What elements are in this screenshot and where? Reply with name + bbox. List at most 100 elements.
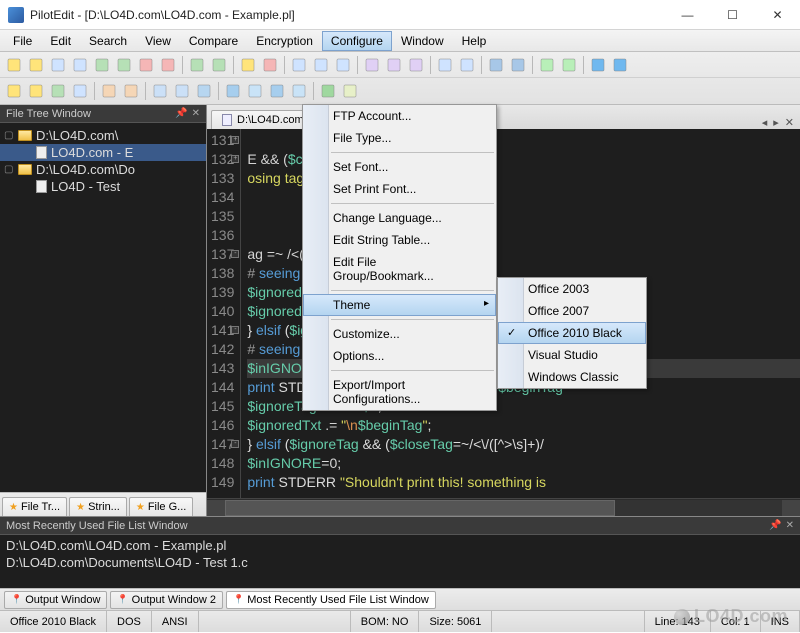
toolbar-button[interactable] (610, 55, 630, 75)
menu-encryption[interactable]: Encryption (247, 31, 322, 51)
menu-item[interactable]: Set Print Font... (303, 178, 496, 200)
menu-item[interactable]: Set Font... (303, 156, 496, 178)
pin-icon[interactable]: 📌 (769, 520, 781, 531)
menu-help[interactable]: Help (453, 31, 496, 51)
panel-close-icon[interactable]: ✕ (192, 108, 200, 119)
toolbar-button[interactable] (194, 81, 214, 101)
code-line[interactable]: $ignoredTxt .= "\n$beginTag"; (247, 416, 800, 435)
mru-item[interactable]: D:\LO4D.com\Documents\LO4D - Test 1.c (6, 554, 794, 571)
theme-submenu-dropdown[interactable]: Office 2003Office 2007Office 2010 Black✓… (497, 277, 647, 389)
tree-file[interactable]: LO4D.com - E (0, 144, 206, 161)
toolbar-button[interactable] (289, 55, 309, 75)
toolbar-button[interactable] (48, 55, 68, 75)
expand-icon[interactable]: ▢ (4, 164, 14, 175)
toolbar-button[interactable] (48, 81, 68, 101)
toolbar-button[interactable] (4, 81, 24, 101)
pin-icon[interactable]: 📌 (175, 108, 187, 119)
toolbar-button[interactable] (537, 55, 557, 75)
menu-view[interactable]: View (136, 31, 180, 51)
tab-nav-left[interactable]: ◂ (762, 116, 768, 129)
scroll-thumb[interactable] (225, 500, 615, 516)
sidebar-tab[interactable]: ★File Tr... (2, 497, 67, 516)
menu-item[interactable]: Theme▸ (303, 294, 496, 316)
fold-icon[interactable]: - (231, 250, 239, 258)
bottom-tab[interactable]: 📍Most Recently Used File List Window (226, 591, 436, 609)
toolbar-button[interactable] (92, 55, 112, 75)
mru-list[interactable]: D:\LO4D.com\LO4D.com - Example.plD:\LO4D… (0, 535, 800, 588)
tree-file[interactable]: LO4D - Test (0, 178, 206, 195)
menu-item[interactable]: Export/Import Configurations... (303, 374, 496, 410)
toolbar-button[interactable] (99, 81, 119, 101)
toolbar-button[interactable] (26, 55, 46, 75)
horizontal-scrollbar[interactable] (207, 498, 800, 516)
toolbar-button[interactable] (588, 55, 608, 75)
toolbar-button[interactable] (158, 55, 178, 75)
maximize-button[interactable]: ☐ (710, 0, 755, 30)
theme-option[interactable]: Visual Studio (498, 344, 646, 366)
toolbar-button[interactable] (406, 55, 426, 75)
menu-window[interactable]: Window (392, 31, 453, 51)
toolbar-button[interactable] (267, 81, 287, 101)
file-tree-body[interactable]: ▢D:\LO4D.com\LO4D.com - E▢D:\LO4D.com\Do… (0, 123, 206, 492)
minimize-button[interactable]: — (665, 0, 710, 30)
scroll-right-arrow[interactable] (782, 500, 800, 516)
tab-close-icon[interactable]: ✕ (785, 116, 794, 129)
toolbar-button[interactable] (340, 81, 360, 101)
expand-icon[interactable]: ▢ (4, 130, 14, 141)
scroll-track[interactable] (225, 500, 782, 516)
toolbar-button[interactable] (223, 81, 243, 101)
toolbar-button[interactable] (508, 55, 528, 75)
sidebar-tab[interactable]: ★File G... (129, 497, 193, 516)
panel-close-icon[interactable]: ✕ (786, 520, 794, 531)
toolbar-button[interactable] (150, 81, 170, 101)
menu-search[interactable]: Search (80, 31, 136, 51)
bottom-tab[interactable]: 📍Output Window 2 (110, 591, 223, 609)
toolbar-button[interactable] (362, 55, 382, 75)
menu-item[interactable]: Customize... (303, 323, 496, 345)
menu-item[interactable]: Edit String Table... (303, 229, 496, 251)
fold-icon[interactable]: - (231, 326, 239, 334)
toolbar-button[interactable] (559, 55, 579, 75)
menu-item[interactable]: Edit File Group/Bookmark... (303, 251, 496, 287)
code-line[interactable]: print STDERR "Shouldn't print this! some… (247, 473, 800, 492)
fold-icon[interactable]: + (231, 136, 239, 144)
toolbar-button[interactable] (70, 81, 90, 101)
toolbar-button[interactable] (333, 55, 353, 75)
menu-item[interactable]: Options... (303, 345, 496, 367)
toolbar-button[interactable] (136, 55, 156, 75)
toolbar-button[interactable] (114, 55, 134, 75)
sidebar-tab[interactable]: ★Strin... (69, 497, 127, 516)
toolbar-button[interactable] (4, 55, 24, 75)
toolbar-button[interactable] (486, 55, 506, 75)
mru-item[interactable]: D:\LO4D.com\LO4D.com - Example.pl (6, 537, 794, 554)
configure-menu-dropdown[interactable]: FTP Account...File Type... Set Font...Set… (302, 104, 497, 411)
toolbar-button[interactable] (435, 55, 455, 75)
toolbar-button[interactable] (384, 55, 404, 75)
theme-option[interactable]: Office 2010 Black✓ (498, 322, 646, 344)
toolbar-button[interactable] (238, 55, 258, 75)
menu-item[interactable]: File Type... (303, 127, 496, 149)
toolbar-button[interactable] (209, 55, 229, 75)
code-line[interactable]: } elsif ($ignoreTag && ($closeTag=~/<\/(… (247, 435, 800, 454)
fold-icon[interactable]: + (231, 155, 239, 163)
menu-item[interactable]: FTP Account... (303, 105, 496, 127)
scroll-left-arrow[interactable] (207, 500, 225, 516)
theme-option[interactable]: Office 2003 (498, 278, 646, 300)
menu-configure[interactable]: Configure (322, 31, 392, 51)
menu-file[interactable]: File (4, 31, 41, 51)
toolbar-button[interactable] (187, 55, 207, 75)
toolbar-button[interactable] (311, 55, 331, 75)
toolbar-button[interactable] (318, 81, 338, 101)
menu-item[interactable]: Change Language... (303, 207, 496, 229)
toolbar-button[interactable] (26, 81, 46, 101)
bottom-tab[interactable]: 📍Output Window (4, 591, 107, 609)
tab-nav-right[interactable]: ▸ (773, 116, 779, 129)
fold-icon[interactable]: - (231, 440, 239, 448)
close-button[interactable]: ✕ (755, 0, 800, 30)
toolbar-button[interactable] (172, 81, 192, 101)
toolbar-button[interactable] (457, 55, 477, 75)
toolbar-button[interactable] (245, 81, 265, 101)
tree-folder[interactable]: ▢D:\LO4D.com\Do (0, 161, 206, 178)
toolbar-button[interactable] (260, 55, 280, 75)
code-line[interactable]: $inIGNORE=0; (247, 454, 800, 473)
